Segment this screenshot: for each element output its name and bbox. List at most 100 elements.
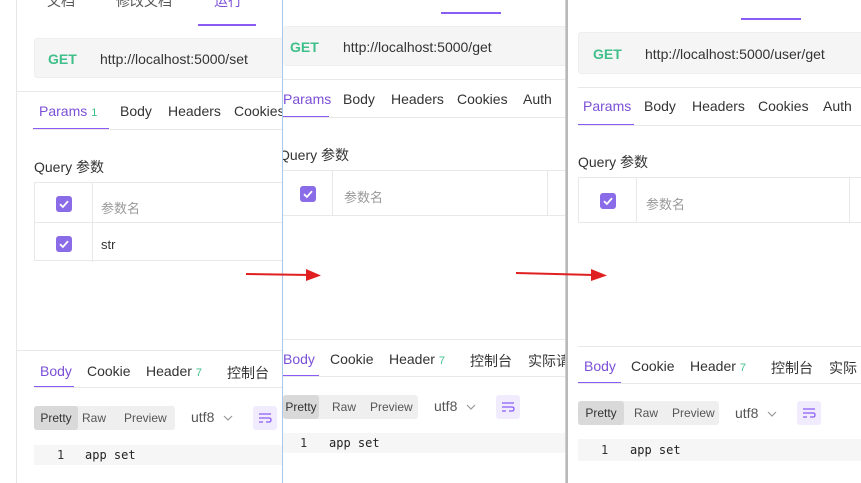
- tab-params[interactable]: Params: [283, 91, 331, 107]
- view-preview[interactable]: Preview: [124, 406, 167, 430]
- divider: [578, 346, 861, 347]
- tab-headers[interactable]: Headers: [391, 91, 444, 107]
- resp-tab-console[interactable]: 控制台: [470, 351, 512, 371]
- resp-tab-body[interactable]: Body: [584, 358, 616, 374]
- checkbox-checked-icon[interactable]: [600, 193, 616, 209]
- format-button[interactable]: [797, 401, 821, 425]
- resp-tab-header-label: Header: [389, 351, 435, 367]
- view-mode-switch: Pretty Raw Preview: [34, 406, 175, 430]
- tab-headers[interactable]: Headers: [692, 98, 745, 114]
- checkbox-checked-icon[interactable]: [56, 196, 72, 212]
- view-raw[interactable]: Raw: [634, 401, 658, 425]
- format-icon: [259, 413, 272, 423]
- tab-docs[interactable]: 文档: [47, 0, 75, 11]
- tab-run-underline: [198, 24, 256, 26]
- resp-tab-header[interactable]: Header 7: [146, 363, 202, 379]
- tab-auth[interactable]: Auth: [523, 91, 552, 107]
- resp-tab-header[interactable]: Header 7: [690, 358, 746, 374]
- table-row: str: [35, 223, 282, 261]
- encoding-value: utf8: [434, 398, 458, 414]
- resp-tab-console[interactable]: 控制台: [771, 358, 813, 378]
- column-divider: [332, 171, 333, 215]
- view-pretty[interactable]: Pretty: [283, 395, 319, 419]
- tab-edit-docs[interactable]: 修改文档: [116, 0, 172, 11]
- table-row: 参数名: [35, 183, 282, 223]
- resp-tab-console[interactable]: 控制台: [227, 363, 269, 383]
- view-pretty[interactable]: Pretty: [578, 401, 624, 425]
- format-icon: [803, 408, 816, 418]
- screenshot-panel-user-get: GET http://localhost:5000/user/get Param…: [566, 0, 861, 483]
- view-preview[interactable]: Preview: [370, 395, 413, 419]
- code-line: [283, 433, 565, 453]
- resp-tab-body[interactable]: Body: [40, 363, 72, 379]
- line-number: 1: [300, 436, 308, 450]
- divider: [283, 117, 565, 118]
- view-raw[interactable]: Raw: [82, 406, 106, 430]
- view-raw[interactable]: Raw: [332, 395, 356, 419]
- method-label[interactable]: GET: [48, 51, 77, 67]
- resp-tab-actual-request[interactable]: 实际: [829, 358, 857, 378]
- url-input[interactable]: http://localhost:5000/get: [343, 39, 492, 55]
- response-body-text: app set: [630, 443, 681, 457]
- view-mode-switch: Pretty Raw Preview: [578, 401, 719, 425]
- method-label[interactable]: GET: [290, 39, 319, 55]
- checkbox-checked-icon[interactable]: [300, 186, 316, 202]
- tab-params[interactable]: Params: [583, 98, 631, 114]
- format-button[interactable]: [253, 406, 277, 430]
- tab-cookies[interactable]: Cookies: [758, 98, 809, 114]
- tab-cookies[interactable]: Cookies: [457, 91, 508, 107]
- tab-body[interactable]: Body: [120, 103, 152, 119]
- code-line: [578, 439, 861, 461]
- params-count-badge: 1: [91, 107, 98, 119]
- column-divider: [849, 178, 850, 222]
- query-params-title: Query 参数: [283, 147, 350, 163]
- divider: [283, 339, 565, 340]
- checkbox-checked-icon[interactable]: [56, 236, 72, 252]
- url-input[interactable]: http://localhost:5000/set: [100, 51, 248, 67]
- url-bar[interactable]: GET http://localhost:5000/get: [283, 26, 565, 66]
- query-params-title: Query 参数: [34, 159, 105, 175]
- screenshot-panel-set: 文档 修改文档 运行 GET http://localhost:5000/set…: [16, 0, 284, 483]
- tab-run-underline: [441, 12, 501, 14]
- tab-cookies[interactable]: Cookies: [234, 103, 282, 119]
- tab-params[interactable]: Params 1: [39, 103, 97, 119]
- url-bar[interactable]: GET http://localhost:5000/user/get: [578, 32, 861, 74]
- encoding-select[interactable]: utf8: [434, 398, 476, 416]
- divider: [578, 87, 861, 88]
- line-number: 1: [601, 443, 609, 457]
- tab-body[interactable]: Body: [644, 98, 676, 114]
- tab-run-underline: [741, 18, 801, 20]
- column-divider: [92, 183, 93, 262]
- param-name-input[interactable]: str: [101, 237, 115, 252]
- resp-tab-header[interactable]: Header 7: [389, 351, 445, 367]
- resp-tab-cookie[interactable]: Cookie: [631, 358, 675, 374]
- format-icon: [502, 402, 515, 412]
- encoding-select[interactable]: utf8: [735, 405, 777, 423]
- chevron-down-icon: [767, 411, 777, 417]
- resp-tab-cookie[interactable]: Cookie: [87, 363, 131, 379]
- tab-run[interactable]: 运行: [214, 0, 242, 11]
- resp-tab-cookie[interactable]: Cookie: [330, 351, 374, 367]
- url-input[interactable]: http://localhost:5000/user/get: [645, 46, 825, 62]
- code-line: [34, 445, 282, 465]
- encoding-select[interactable]: utf8: [191, 409, 233, 427]
- tab-params-label: Params: [39, 103, 88, 119]
- url-bar[interactable]: GET http://localhost:5000/set: [34, 38, 282, 78]
- chevron-down-icon: [223, 415, 233, 421]
- param-name-header: 参数名: [101, 201, 141, 216]
- tab-body[interactable]: Body: [343, 91, 375, 107]
- divider: [578, 125, 861, 126]
- view-pretty[interactable]: Pretty: [34, 406, 78, 430]
- method-label[interactable]: GET: [593, 46, 622, 62]
- param-name-header: 参数名: [646, 197, 686, 212]
- resp-tab-actual-request[interactable]: 实际请: [528, 351, 565, 371]
- view-preview[interactable]: Preview: [672, 401, 715, 425]
- params-table: 参数名 str: [34, 182, 282, 262]
- tab-auth[interactable]: Auth: [823, 98, 852, 114]
- tab-headers[interactable]: Headers: [168, 103, 221, 119]
- resp-tab-body[interactable]: Body: [283, 351, 315, 367]
- divider: [578, 383, 861, 384]
- divider: [33, 129, 282, 130]
- divider: [283, 79, 565, 80]
- format-button[interactable]: [496, 395, 520, 419]
